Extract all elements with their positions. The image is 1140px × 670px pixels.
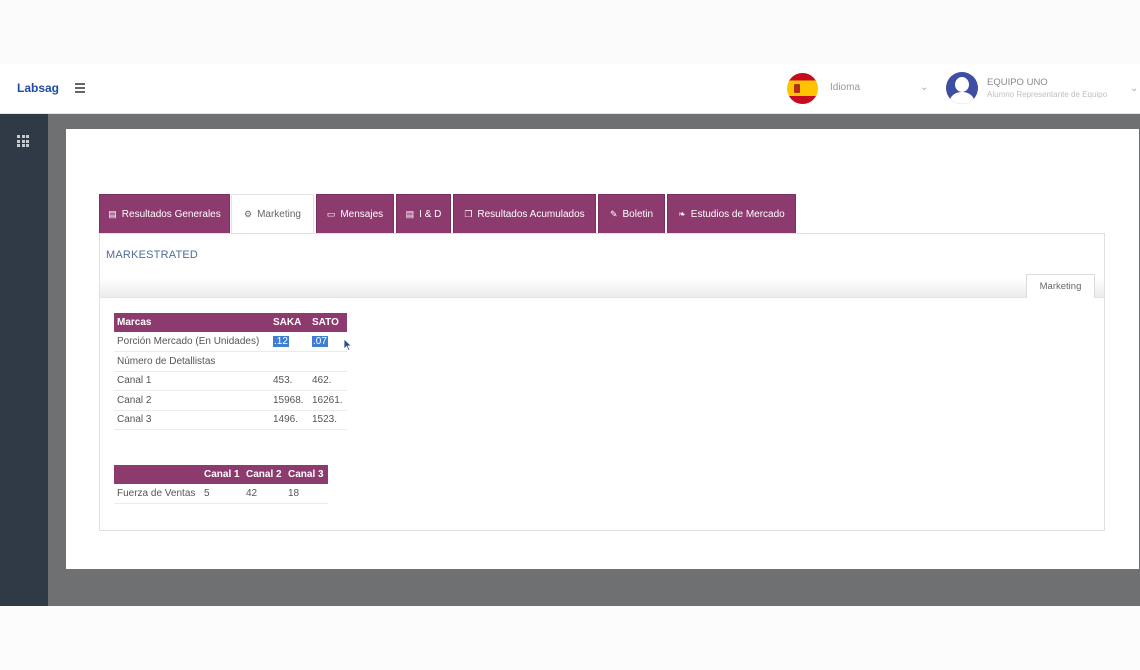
chevron-down-icon[interactable]: ⌄ xyxy=(920,82,928,93)
copy-icon: ❐ xyxy=(464,208,473,219)
row-label: Número de Detallistas xyxy=(114,351,270,372)
column-header xyxy=(114,465,201,484)
gears-icon: ⚙ xyxy=(244,208,253,219)
tab-resultados-generales[interactable]: ▤ Resultados Generales xyxy=(99,194,230,233)
column-header: SATO xyxy=(309,313,347,332)
brands-table: Marcas SAKA SATO Porción Mercado (En Uni… xyxy=(114,313,347,430)
document-icon: ▤ xyxy=(405,208,415,219)
hamburger-menu-icon[interactable] xyxy=(75,83,85,93)
brand-logo[interactable]: Labsag xyxy=(17,81,59,95)
tab-i-d[interactable]: ▤ I & D xyxy=(396,194,451,233)
tab-label: Estudios de Mercado xyxy=(690,208,785,220)
table-header-row: Marcas SAKA SATO xyxy=(114,313,347,332)
column-header: SAKA xyxy=(270,313,309,332)
table-cell: 5 xyxy=(201,484,243,504)
column-header: Canal 3 xyxy=(285,465,328,484)
table-row: Canal 1 453. 462. xyxy=(114,371,347,391)
row-label: Canal 3 xyxy=(114,410,270,430)
table-row: Canal 3 1496. 1523. xyxy=(114,410,347,430)
row-label: Fuerza de Ventas xyxy=(114,484,201,504)
sidebar xyxy=(0,114,48,606)
column-header: Canal 2 xyxy=(243,465,285,484)
table-cell: 1523. xyxy=(309,410,347,430)
mouse-cursor-icon xyxy=(343,338,353,352)
tab-mensajes[interactable]: ▭ Mensajes xyxy=(316,194,394,233)
tab-label: Boletin xyxy=(622,208,654,220)
table-row: Número de Detallistas xyxy=(114,351,347,372)
leaf-icon: ❧ xyxy=(678,208,686,219)
tab-label: Mensajes xyxy=(340,208,384,220)
bottom-margin xyxy=(0,606,1140,670)
user-role: Alumno Representante de Equipo xyxy=(987,90,1108,99)
tab-label: Resultados Generales xyxy=(121,208,221,220)
inner-tab-strip xyxy=(100,278,1104,298)
table-cell xyxy=(309,351,347,372)
table-cell: 18 xyxy=(285,484,328,504)
column-header: Marcas xyxy=(114,313,270,332)
row-label: Porción Mercado (En Unidades) xyxy=(114,332,270,352)
apps-grid-icon[interactable] xyxy=(17,135,29,147)
table-cell[interactable]: .07 xyxy=(309,332,347,352)
tab-resultados-acumulados[interactable]: ❐ Resultados Acumulados xyxy=(453,194,596,233)
table-row: Canal 2 15968. 16261. xyxy=(114,390,347,411)
table-cell: 42 xyxy=(243,484,285,504)
tab-marketing[interactable]: ⚙ Marketing xyxy=(231,194,314,233)
selected-value[interactable]: .07 xyxy=(312,336,328,347)
column-header: Canal 1 xyxy=(201,465,243,484)
tab-label: I & D xyxy=(419,208,442,220)
table-cell: 15968. xyxy=(270,390,309,411)
tab-estudios-de-mercado[interactable]: ❧ Estudios de Mercado xyxy=(667,194,796,233)
table-row: Fuerza de Ventas 5 42 18 xyxy=(114,484,328,504)
message-icon: ▭ xyxy=(326,208,336,219)
row-label: Canal 1 xyxy=(114,371,270,391)
selected-value[interactable]: .12 xyxy=(273,336,289,347)
table-cell: 453. xyxy=(270,371,309,391)
table-header-row: Canal 1 Canal 2 Canal 3 xyxy=(114,465,328,484)
user-name[interactable]: EQUIPO UNO xyxy=(987,77,1048,88)
top-margin xyxy=(0,0,1140,64)
table-cell: 1496. xyxy=(270,410,309,430)
spain-flag-icon[interactable] xyxy=(787,73,818,104)
table-cell: 462. xyxy=(309,371,347,391)
page-title: MARKESTRATED xyxy=(106,249,199,261)
pen-icon: ✎ xyxy=(609,208,618,219)
table-row: Porción Mercado (En Unidades) .12 .07 xyxy=(114,332,347,352)
tab-boletin[interactable]: ✎ Boletin xyxy=(598,194,665,233)
table-cell xyxy=(270,351,309,372)
table-cell: 16261. xyxy=(309,390,347,411)
row-label: Canal 2 xyxy=(114,390,270,411)
document-icon: ▤ xyxy=(108,208,117,219)
tab-label: Resultados Acumulados xyxy=(477,208,585,220)
avatar[interactable] xyxy=(946,72,978,104)
sales-force-table: Canal 1 Canal 2 Canal 3 Fuerza de Ventas… xyxy=(114,465,328,504)
user-menu-chevron-icon[interactable]: ⌄ xyxy=(1130,83,1138,94)
language-label[interactable]: Idioma xyxy=(830,82,860,93)
table-cell[interactable]: .12 xyxy=(270,332,309,352)
tab-label: Marketing xyxy=(257,208,301,220)
inner-tab-marketing[interactable]: Marketing xyxy=(1026,274,1095,298)
